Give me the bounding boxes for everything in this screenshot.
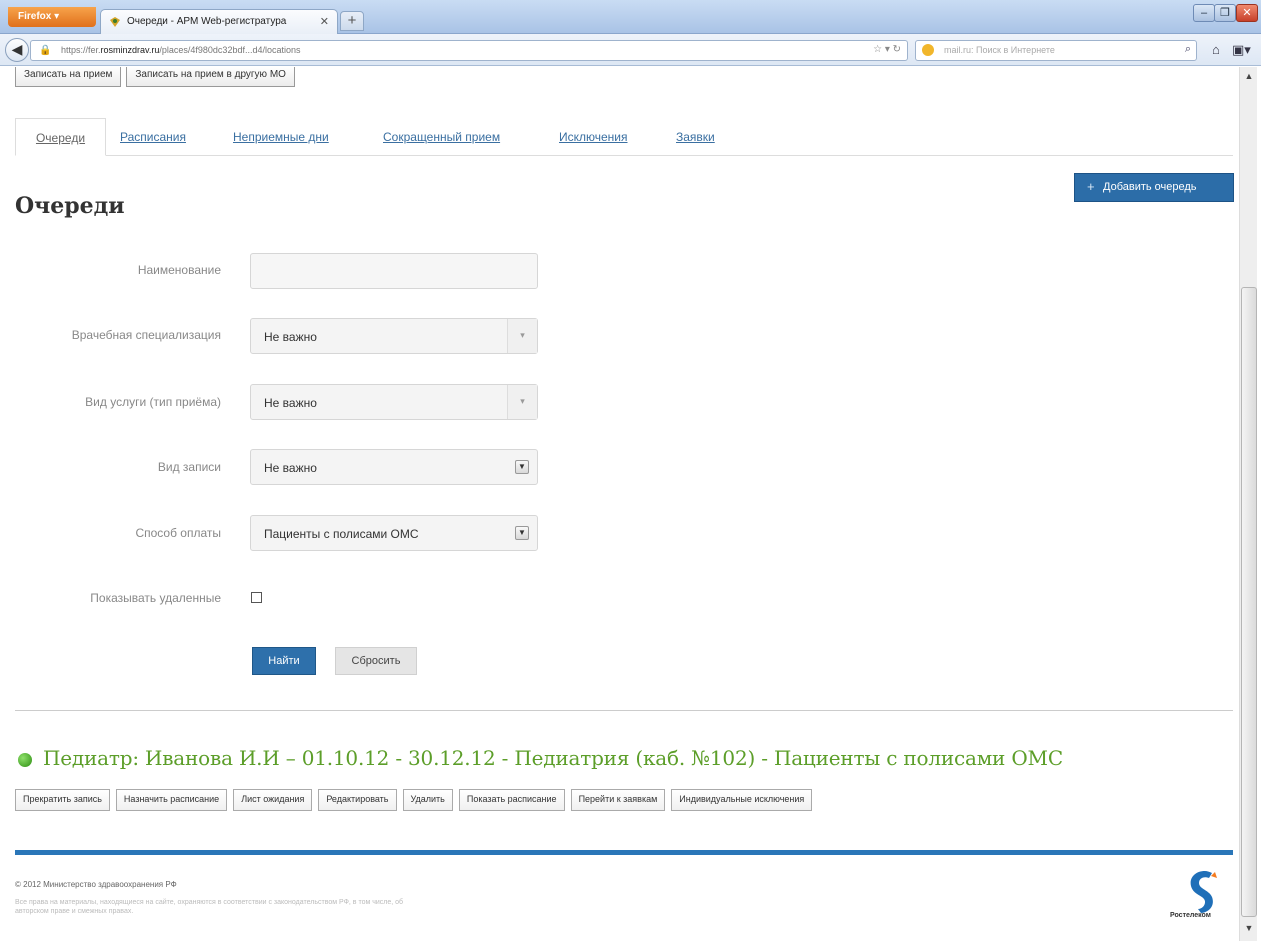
tab-title: Очереди - АРМ Web-регистратура — [127, 16, 287, 27]
go-to-requests-button[interactable]: Перейти к заявкам — [570, 789, 666, 811]
name-label: Наименование — [137, 263, 221, 277]
tab-exceptions[interactable]: Исключения — [559, 118, 628, 156]
url-path: /places/4f980dc32bdf...d4/locations — [159, 45, 301, 55]
show-schedule-button[interactable]: Показать расписание — [458, 789, 565, 811]
add-queue-label: Добавить очередь — [1103, 181, 1197, 193]
vertical-scrollbar[interactable]: ▲ ▼ — [1239, 67, 1257, 941]
firefox-menu-label: Firefox — [18, 11, 52, 22]
browser-titlebar: Firefox ▾ Очереди - АРМ Web-регистратура… — [0, 0, 1261, 34]
tab-requests[interactable]: Заявки — [676, 118, 715, 156]
url-prefix: https://fer. — [61, 45, 101, 55]
payment-method-value: Пациенты с полисами ОМС — [264, 527, 419, 541]
edit-button[interactable]: Редактировать — [318, 789, 397, 811]
chevron-down-icon[interactable]: ▾ — [507, 319, 537, 353]
top-buttons: Записать на прием Записать на прием в дру… — [15, 67, 300, 87]
queue-title[interactable]: Педиатр: Иванова И.И – 01.10.12 - 30.12.… — [43, 746, 1063, 770]
waiting-list-button[interactable]: Лист ожидания — [233, 789, 313, 811]
specialization-label: Врачебная специализация — [71, 328, 221, 342]
chevron-down-icon[interactable]: ▾ — [507, 385, 537, 419]
footer-copyright: © 2012 Министерство здравоохранения РФ — [15, 880, 177, 889]
footer-bar — [15, 850, 1233, 855]
select-arrow-icon[interactable]: ▼ — [515, 526, 529, 540]
find-button[interactable]: Найти — [252, 647, 316, 675]
tab-reduced-reception[interactable]: Сокращенный прием — [383, 118, 500, 156]
show-deleted-checkbox[interactable] — [251, 592, 262, 603]
page-title: Очереди — [15, 193, 125, 219]
tab-non-working-days[interactable]: Неприемные дни — [233, 118, 329, 156]
scroll-up-icon[interactable]: ▲ — [1242, 71, 1256, 85]
individual-exceptions-button[interactable]: Индивидуальные исключения — [671, 789, 813, 811]
record-type-value: Не важно — [264, 461, 317, 475]
search-bar[interactable]: mail.ru: Поиск в Интернете ⌕ — [915, 40, 1197, 61]
show-deleted-label: Показывать удаленные — [90, 591, 221, 605]
browser-navbar: ◀ 🔒 https://fer.rosminzdrav.ru/places/4f… — [0, 34, 1261, 66]
record-type-select[interactable]: Не важно ▼ — [250, 449, 538, 485]
tab-schedules[interactable]: Расписания — [120, 118, 186, 156]
firefox-menu-button[interactable]: Firefox ▾ — [8, 7, 96, 27]
book-appointment-button[interactable]: Записать на прием — [15, 67, 122, 87]
back-arrow-icon[interactable]: ◀ — [5, 38, 29, 62]
restore-icon[interactable]: ❐ — [1214, 4, 1236, 22]
footer-note: Все права на материалы, находящиеся на с… — [15, 899, 404, 915]
lock-icon: 🔒 — [39, 45, 52, 56]
name-input[interactable] — [250, 253, 538, 289]
minimize-icon[interactable]: – — [1193, 4, 1215, 22]
stop-booking-button[interactable]: Прекратить запись — [15, 789, 110, 811]
scroll-down-icon[interactable]: ▼ — [1242, 923, 1256, 937]
payment-method-label: Способ оплаты — [135, 526, 221, 540]
plus-icon: + — [1087, 179, 1095, 194]
service-type-value: Не важно — [264, 396, 317, 410]
tab-close-icon[interactable]: ✕ — [320, 15, 329, 28]
record-type-label: Вид записи — [157, 460, 221, 474]
payment-method-select[interactable]: Пациенты с полисами ОМС ▼ — [250, 515, 538, 551]
select-arrow-icon[interactable]: ▼ — [515, 460, 529, 474]
new-tab-button[interactable]: + — [340, 11, 364, 31]
favicon-icon — [110, 17, 120, 27]
divider — [15, 710, 1233, 711]
tab-queues[interactable]: Очереди — [15, 118, 106, 156]
bookmarks-menu-icon[interactable]: ▣▾ — [1232, 42, 1251, 58]
magnifier-icon[interactable]: ⌕ — [1185, 43, 1191, 56]
browser-tab[interactable]: Очереди - АРМ Web-регистратура ✕ — [100, 9, 338, 34]
service-type-label: Вид услуги (тип приёма) — [85, 395, 221, 409]
add-queue-button[interactable]: + Добавить очередь — [1074, 173, 1234, 202]
url-domain: rosminzdrav.ru — [100, 45, 160, 55]
reset-button[interactable]: Сбросить — [335, 647, 417, 675]
search-engine-icon[interactable] — [922, 44, 934, 56]
queue-actions: Прекратить запись Назначить расписание Лис… — [15, 789, 818, 811]
close-window-icon[interactable]: ✕ — [1236, 4, 1258, 22]
home-icon[interactable]: ⌂ — [1212, 42, 1220, 57]
section-tabs: Очереди Расписания Неприемные дни Сокращ… — [15, 118, 1233, 156]
service-type-combo[interactable]: Не важно ▾ — [250, 384, 538, 420]
search-placeholder: mail.ru: Поиск в Интернете — [944, 45, 1055, 55]
book-other-mo-button[interactable]: Записать на прием в другую МО — [126, 67, 295, 87]
status-dot-icon — [18, 753, 32, 767]
scroll-thumb[interactable] — [1241, 287, 1257, 917]
specialization-value: Не важно — [264, 330, 317, 344]
rostelecom-logo-text: Ростелеком — [1170, 912, 1211, 919]
assign-schedule-button[interactable]: Назначить расписание — [115, 789, 228, 811]
delete-button[interactable]: Удалить — [402, 789, 453, 811]
address-bar[interactable]: 🔒 https://fer.rosminzdrav.ru/places/4f98… — [30, 40, 908, 61]
specialization-combo[interactable]: Не важно ▾ — [250, 318, 538, 354]
bookmark-star-icon[interactable]: ☆ ▾ ↻ — [873, 44, 901, 55]
